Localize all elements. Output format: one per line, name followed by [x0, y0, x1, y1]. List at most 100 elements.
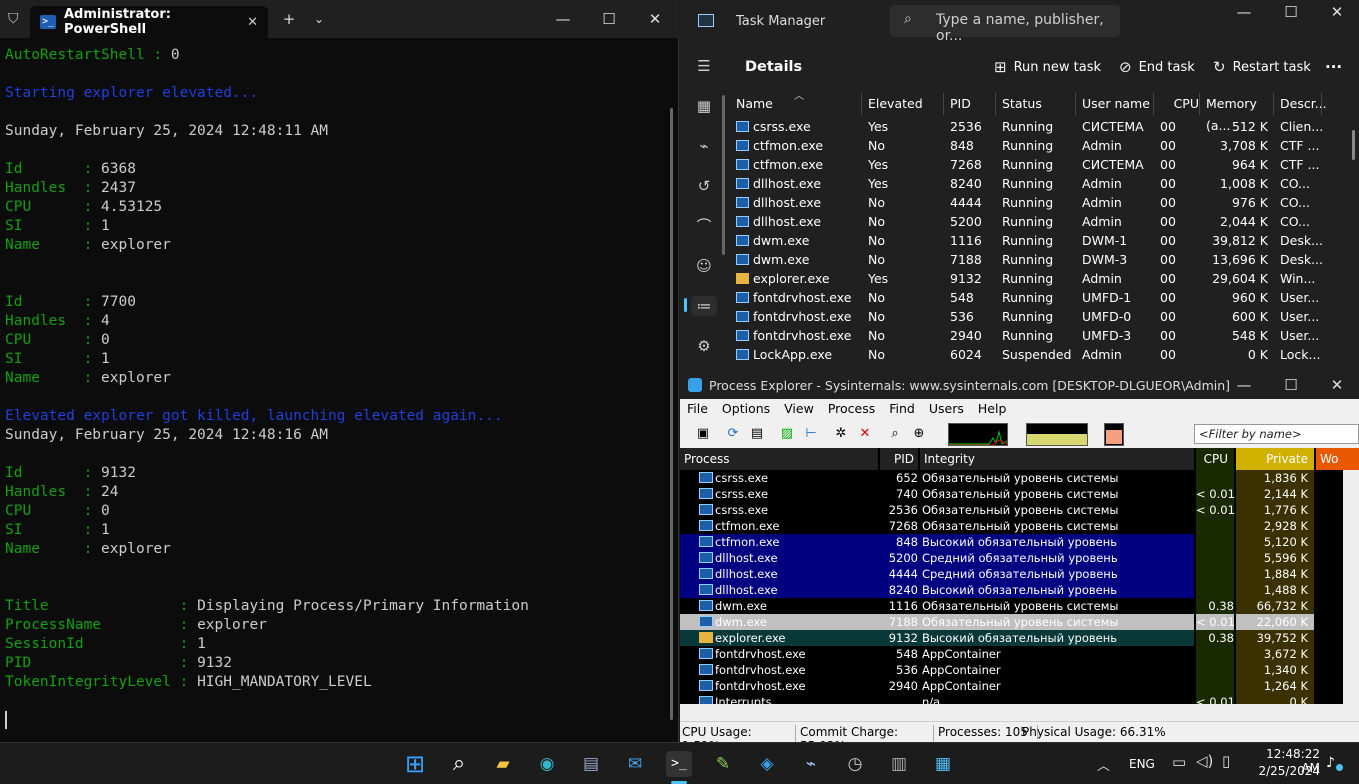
- clock-app-icon[interactable]: ◷: [842, 751, 868, 777]
- menu-item-process[interactable]: Process: [828, 401, 875, 421]
- process-row[interactable]: dllhost.exe 5200 Средний обязательный уров…: [680, 550, 1359, 566]
- process-row[interactable]: explorer.exe 9132 Высокий обязательный уро…: [680, 630, 1359, 646]
- app-history-icon[interactable]: ↺: [694, 176, 714, 196]
- process-row[interactable]: dllhost.exe 8240 Высокий обязательный уров…: [680, 582, 1359, 598]
- process-row[interactable]: dllhost.exe 4444 Средний обязательный уров…: [680, 566, 1359, 582]
- language-indicator[interactable]: ENG: [1129, 757, 1155, 771]
- sidebar-scrollbar[interactable]: [722, 95, 725, 255]
- menu-item-find[interactable]: Find: [889, 401, 915, 421]
- process-row[interactable]: ctfmon.exe 7268 Обязательный уровень систе…: [680, 518, 1359, 534]
- table-row[interactable]: LockApp.exe No 6024 Suspended Admin 00 0 K Lock…: [732, 345, 1332, 364]
- find-icon[interactable]: ⌕: [886, 425, 904, 443]
- process-row[interactable]: csrss.exe 652 Обязательный уровень системы…: [680, 470, 1359, 486]
- processes-icon[interactable]: ▦: [694, 96, 714, 116]
- store-icon[interactable]: ▤: [578, 751, 604, 777]
- filter-input[interactable]: <Filter by name>: [1194, 424, 1359, 444]
- task-manager-icon[interactable]: ⌁: [798, 751, 824, 777]
- close-tab-icon[interactable]: ✕: [247, 15, 268, 30]
- table-row[interactable]: dwm.exe No 7188 Running DWM-3 00 13,696 K Desk.…: [732, 250, 1332, 269]
- column-header[interactable]: Elevated: [864, 93, 944, 115]
- process-row[interactable]: fontdrvhost.exe 548 AppContainer 3,672 K: [680, 646, 1359, 662]
- search-input[interactable]: ⌕ Type a name, publisher, or...: [890, 5, 1120, 44]
- column-header[interactable]: Memory (a...: [1202, 93, 1274, 133]
- start-icon[interactable]: ⊞: [402, 751, 428, 777]
- table-row[interactable]: ctfmon.exe No 848 Running Admin 00 3,708 K CTF …: [732, 136, 1332, 155]
- refresh-icon[interactable]: ⟳: [724, 425, 742, 443]
- column-header[interactable]: User name: [1078, 93, 1154, 115]
- network-icon[interactable]: ▭: [1172, 753, 1186, 771]
- restart-task-button[interactable]: ↻ Restart task: [1213, 58, 1311, 76]
- table-row[interactable]: dwm.exe No 1116 Running DWM-1 00 39,812 K Desk.…: [732, 231, 1332, 250]
- performance-icon[interactable]: ⌁: [694, 136, 714, 156]
- services-icon[interactable]: ⚙: [694, 336, 714, 356]
- edge-icon[interactable]: ◉: [534, 751, 560, 777]
- table-row[interactable]: fontdrvhost.exe No 548 Running UMFD-1 00 960 K…: [732, 288, 1332, 307]
- end-task-button[interactable]: ⊘ End task: [1119, 58, 1195, 76]
- column-header[interactable]: Descr...: [1276, 93, 1327, 115]
- menu-item-users[interactable]: Users: [929, 401, 964, 421]
- menu-item-options[interactable]: Options: [722, 401, 770, 421]
- process-list[interactable]: Process PID Integrity CPU Private Bytes …: [680, 448, 1359, 718]
- notepad-icon[interactable]: ✎: [710, 751, 736, 777]
- maximize-button[interactable]: ☐: [1268, 0, 1314, 30]
- table-row[interactable]: csrss.exe Yes 2536 Running СИСТЕМА 00 512 K Cli…: [732, 117, 1332, 136]
- column-cpu[interactable]: CPU: [1196, 448, 1234, 470]
- table-scrollbar[interactable]: [1352, 130, 1355, 160]
- column-private-bytes[interactable]: Private Bytes: [1236, 448, 1314, 488]
- hamburger-menu-icon[interactable]: ☰: [694, 56, 714, 76]
- more-options-icon[interactable]: ···: [1325, 58, 1342, 76]
- terminal-icon[interactable]: >_: [666, 751, 692, 777]
- tree-icon[interactable]: ⊢: [802, 425, 820, 443]
- table-row[interactable]: explorer.exe Yes 9132 Running Admin 00 29,604 …: [732, 269, 1332, 288]
- save-icon[interactable]: ▣: [694, 425, 712, 443]
- close-button[interactable]: ✕: [1314, 0, 1359, 30]
- process-explorer-icon[interactable]: ◈: [754, 751, 780, 777]
- hscrollbar[interactable]: [680, 704, 1359, 718]
- io-graph[interactable]: [1104, 423, 1124, 446]
- notification-bell-icon[interactable]: ♪: [1326, 755, 1335, 771]
- menu-item-view[interactable]: View: [784, 401, 814, 421]
- menu-item-file[interactable]: File: [687, 401, 708, 421]
- notes-icon[interactable]: ▦: [930, 751, 956, 777]
- process-row[interactable]: csrss.exe 740 Обязательный уровень системы…: [680, 486, 1359, 502]
- details-icon[interactable]: ≔: [691, 296, 717, 316]
- menu-item-help[interactable]: Help: [978, 401, 1007, 421]
- column-header[interactable]: Name: [732, 93, 862, 115]
- process-row[interactable]: fontdrvhost.exe 536 AppContainer 1,340 K: [680, 662, 1359, 678]
- column-header[interactable]: PID: [946, 93, 996, 115]
- run-new-task-button[interactable]: ⊞ Run new task: [994, 58, 1101, 76]
- startup-apps-icon[interactable]: ⌒: [694, 216, 714, 236]
- target-icon[interactable]: ⊕: [910, 425, 928, 443]
- commit-graph[interactable]: [1026, 423, 1088, 446]
- column-pid[interactable]: PID: [880, 448, 918, 470]
- vscrollbar[interactable]: [1343, 470, 1359, 704]
- graph-icon[interactable]: ▨: [778, 425, 796, 443]
- battery-icon[interactable]: ▯: [1222, 752, 1230, 770]
- search-icon[interactable]: ⌕: [446, 751, 472, 777]
- table-row[interactable]: dllhost.exe Yes 8240 Running Admin 00 1,008 K C…: [732, 174, 1332, 193]
- users-icon[interactable]: ☺: [694, 256, 714, 276]
- console-output[interactable]: AutoRestartShell : 0 Starting explorer el…: [5, 46, 675, 736]
- file-explorer-icon[interactable]: ▰: [490, 751, 516, 777]
- outlook-icon[interactable]: ✉: [622, 751, 648, 777]
- minimize-button[interactable]: —: [1221, 367, 1267, 403]
- column-process[interactable]: Process: [680, 448, 878, 470]
- process-row[interactable]: dwm.exe 7188 Обязательный уровень системы <…: [680, 614, 1359, 630]
- process-row[interactable]: csrss.exe 2536 Обязательный уровень систем…: [680, 502, 1359, 518]
- table-row[interactable]: ctfmon.exe Yes 7268 Running СИСТЕМА 00 964 K CT…: [732, 155, 1332, 174]
- column-header[interactable]: CPU: [1156, 93, 1200, 115]
- server-icon[interactable]: ▥: [886, 751, 912, 777]
- table-row[interactable]: fontdrvhost.exe No 2940 Running UMFD-3 00 548 …: [732, 326, 1332, 345]
- maximize-button[interactable]: ☐: [1268, 367, 1314, 403]
- tab-dropdown-button[interactable]: ⌄: [296, 1, 342, 37]
- terminal-tab[interactable]: >_ Administrator: PowerShell ✕: [30, 6, 268, 38]
- table-row[interactable]: fontdrvhost.exe No 536 Running UMFD-0 00 600 K…: [732, 307, 1332, 326]
- column-header[interactable]: Status: [998, 93, 1076, 115]
- minimize-button[interactable]: —: [540, 1, 586, 37]
- minimize-button[interactable]: —: [1221, 0, 1267, 30]
- close-button[interactable]: ✕: [632, 1, 678, 37]
- table-row[interactable]: dllhost.exe No 5200 Running Admin 00 2,044 K CO…: [732, 212, 1332, 231]
- process-row[interactable]: dwm.exe 1116 Обязательный уровень системы 0…: [680, 598, 1359, 614]
- volume-icon[interactable]: ◁): [1196, 752, 1213, 770]
- kill-process-icon[interactable]: ✕: [856, 425, 874, 443]
